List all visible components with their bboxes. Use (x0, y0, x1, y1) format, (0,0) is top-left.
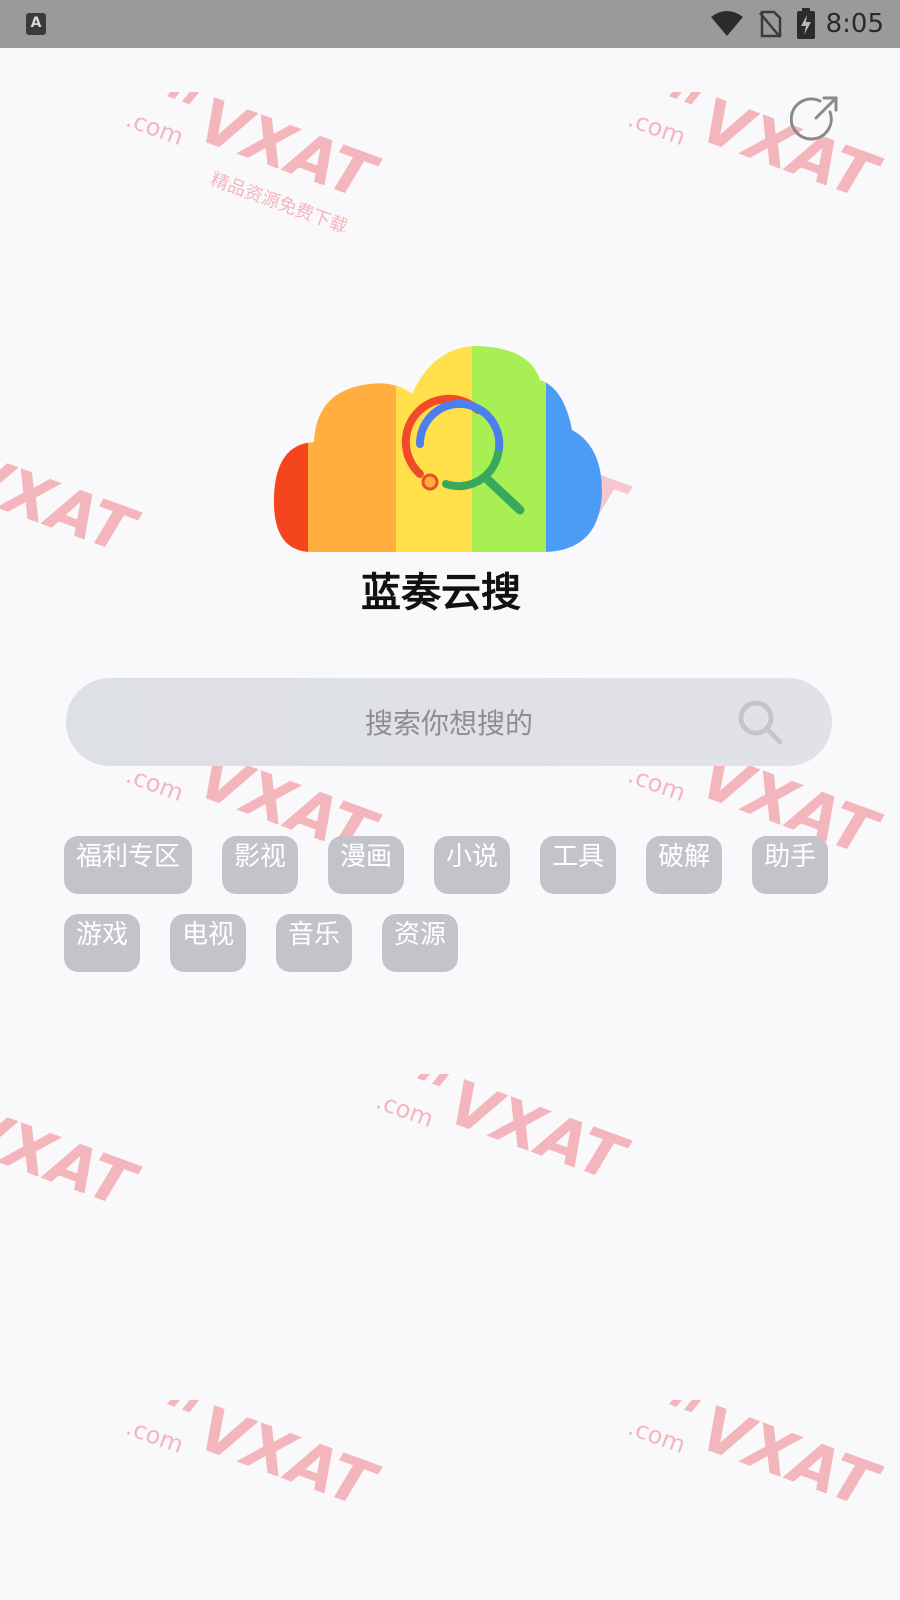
svg-text:VXAT: VXAT (691, 1400, 890, 1523)
search-icon[interactable] (736, 698, 784, 746)
tag-row: 游戏 电视 音乐 资源 (64, 914, 864, 972)
svg-text:VXAT: VXAT (189, 1400, 388, 1523)
tag-tv[interactable]: 电视 (170, 914, 247, 972)
tag-games[interactable]: 游戏 (64, 914, 141, 972)
status-icons: 8:05 (710, 0, 884, 48)
svg-text:VXAT: VXAT (0, 1100, 148, 1223)
tag-resources[interactable]: 资源 (382, 914, 459, 972)
svg-text:.com: .com (624, 761, 689, 807)
watermark-logo-icon: VXAT .com (624, 1400, 890, 1523)
tag-cracked[interactable]: 破解 (646, 836, 723, 894)
watermark-logo-icon: VXAT .com (372, 1074, 638, 1197)
svg-text:.com: .com (122, 1413, 187, 1459)
watermark-logo-icon: VXAT (0, 1100, 148, 1223)
watermark-logo-icon: VXAT .com (122, 1400, 388, 1523)
svg-text:VXAT: VXAT (0, 446, 148, 569)
watermark-tagline: 精品资源免费下载 (208, 169, 350, 232)
cloud-search-logo-icon (273, 346, 603, 552)
battery-charging-icon (796, 8, 816, 40)
svg-text:.com: .com (624, 105, 689, 151)
wifi-icon (710, 11, 744, 37)
watermark-suffix: .com (122, 105, 187, 151)
watermark-brand: VXAT (189, 92, 388, 215)
svg-text:.com: .com (624, 1413, 689, 1459)
tag-assistant[interactable]: 助手 (752, 836, 829, 894)
tag-welfare[interactable]: 福利专区 (64, 836, 193, 894)
status-bar: A 8:05 (0, 0, 900, 48)
tag-movies[interactable]: 影视 (222, 836, 299, 894)
tag-row: 福利专区 影视 漫画 小说 工具 破解 助手 (64, 836, 864, 894)
status-app-icon: A (26, 13, 46, 35)
no-sim-icon (758, 10, 782, 38)
status-time: 8:05 (825, 9, 884, 39)
share-external-icon (790, 96, 838, 141)
search-placeholder: 搜索你想搜的 (364, 707, 533, 740)
svg-text:VXAT: VXAT (439, 1074, 638, 1197)
app-title: 蓝奏云搜 (361, 570, 521, 616)
share-button[interactable] (784, 88, 848, 152)
search-input[interactable]: 搜索你想搜的 (66, 678, 832, 766)
svg-text:.com: .com (122, 761, 187, 807)
tag-comics[interactable]: 漫画 (328, 836, 405, 894)
svg-text:.com: .com (372, 1087, 437, 1133)
watermark-logo-icon: VXAT .com 精品资源免费下载 (122, 92, 388, 232)
watermark-logo-icon: VXAT .com (624, 92, 890, 215)
tag-novels[interactable]: 小说 (434, 836, 511, 894)
tag-tools[interactable]: 工具 (540, 836, 617, 894)
category-tags: 福利专区 影视 漫画 小说 工具 破解 助手 游戏 电视 音乐 资源 (64, 836, 864, 992)
tag-music[interactable]: 音乐 (276, 914, 353, 972)
